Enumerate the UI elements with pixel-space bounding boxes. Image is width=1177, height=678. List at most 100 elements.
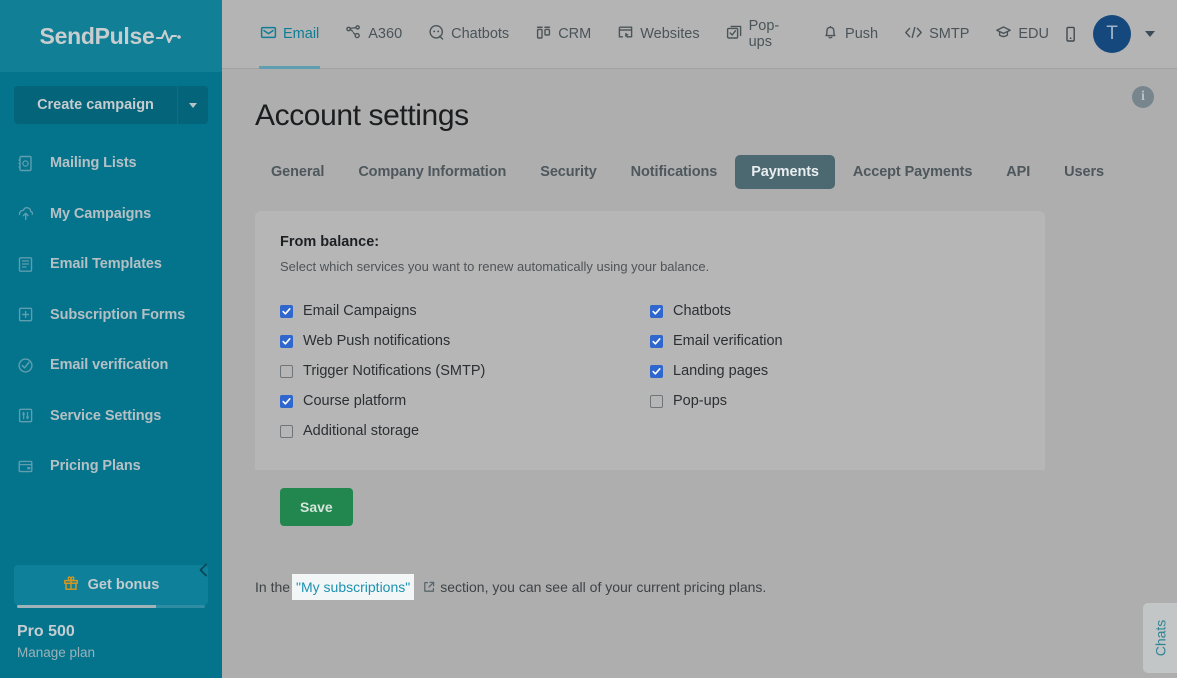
tab-general[interactable]: General <box>255 155 340 189</box>
sidebar-item-my-campaigns[interactable]: My Campaigns <box>0 189 222 240</box>
code-icon <box>904 24 923 45</box>
top-nav-label: Chatbots <box>451 26 510 42</box>
sidebar-collapse-button[interactable] <box>192 561 214 583</box>
checkbox-input[interactable] <box>280 334 293 348</box>
checkbox-input[interactable] <box>650 334 663 348</box>
checkbox-label: Landing pages <box>673 363 769 379</box>
gift-icon <box>63 575 79 596</box>
save-button[interactable]: Save <box>280 488 353 526</box>
sidebar-item-email-templates[interactable]: Email Templates <box>0 239 222 290</box>
checkbox-input[interactable] <box>650 394 663 408</box>
get-bonus-label: Get bonus <box>87 577 160 593</box>
sidebar-item-subscription-forms[interactable]: Subscription Forms <box>0 290 222 341</box>
checkbox-row-trigger-notifications-smtp[interactable]: Trigger Notifications (SMTP) <box>280 356 650 386</box>
top-nav-label: EDU <box>1018 26 1049 42</box>
checkbox-input[interactable] <box>650 304 663 318</box>
checkbox-input[interactable] <box>280 394 293 408</box>
sliders-icon <box>17 407 43 424</box>
checkbox-label: Web Push notifications <box>303 333 451 349</box>
graduation-cap-icon <box>995 24 1012 45</box>
tab-security[interactable]: Security <box>524 155 612 189</box>
tab-api[interactable]: API <box>990 155 1046 189</box>
sidebar: SendPulse Create campaign Mailing Lists … <box>0 0 222 678</box>
checkbox-input[interactable] <box>280 424 293 438</box>
sidebar-item-label: Email Templates <box>50 256 162 273</box>
get-bonus-button[interactable]: Get bonus <box>14 565 208 605</box>
top-right-group: T <box>1062 15 1155 53</box>
sidebar-nav: Mailing Lists My Campaigns Email Templat… <box>0 138 222 561</box>
info-circle-icon[interactable]: i <box>1132 86 1154 108</box>
website-icon <box>617 24 634 45</box>
tab-accept-payments[interactable]: Accept Payments <box>837 155 988 189</box>
chats-widget-tab[interactable]: Chats <box>1143 603 1177 673</box>
top-nav-item-websites[interactable]: Websites <box>604 0 712 69</box>
tab-users[interactable]: Users <box>1048 155 1120 189</box>
my-subscriptions-link[interactable]: "My subscriptions" <box>296 579 410 595</box>
chevron-down-icon[interactable] <box>178 102 208 108</box>
sidebar-item-mailing-lists[interactable]: Mailing Lists <box>0 138 222 189</box>
address-book-icon <box>17 155 43 172</box>
services-checkbox-grid: Email Campaigns Web Push notifications T… <box>280 296 1020 446</box>
logo-area[interactable]: SendPulse <box>0 0 222 72</box>
tab-payments[interactable]: Payments <box>735 155 835 189</box>
page-content: Account settings i General Company Infor… <box>222 69 1177 678</box>
sidebar-item-service-settings[interactable]: Service Settings <box>0 391 222 442</box>
mobile-phone-icon[interactable] <box>1062 25 1079 44</box>
chevron-left-icon <box>197 562 210 583</box>
top-nav-label: Push <box>845 26 879 42</box>
checkbox-row-pop-ups[interactable]: Pop-ups <box>650 386 1020 416</box>
create-campaign-button[interactable]: Create campaign <box>14 86 208 124</box>
checkbox-input[interactable] <box>650 364 663 378</box>
pulse-wave-icon <box>156 28 182 44</box>
card-body: From balance: Select which services you … <box>255 211 1045 470</box>
chevron-down-icon[interactable] <box>1145 31 1155 37</box>
sidebar-item-pricing-plans[interactable]: Pricing Plans <box>0 441 222 492</box>
top-nav-item-push[interactable]: Push <box>809 0 891 69</box>
tab-notifications[interactable]: Notifications <box>615 155 734 189</box>
avatar-initial: T <box>1106 23 1118 44</box>
checkbox-row-landing-pages[interactable]: Landing pages <box>650 356 1020 386</box>
top-nav-label: Pop-ups <box>748 18 780 50</box>
external-link-icon[interactable] <box>423 581 435 593</box>
checkbox-input[interactable] <box>280 304 293 318</box>
top-nav-item-chatbots[interactable]: Chatbots <box>415 0 522 69</box>
checkbox-row-course-platform[interactable]: Course platform <box>280 386 650 416</box>
card-subtitle: Select which services you want to renew … <box>280 259 710 274</box>
chat-bot-icon <box>428 24 445 45</box>
avatar[interactable]: T <box>1093 15 1131 53</box>
top-nav-label: Email <box>283 26 320 42</box>
checkbox-label: Chatbots <box>673 303 732 319</box>
footnote: In the "My subscriptions" section, you c… <box>255 574 1177 600</box>
checkbox-row-email-campaigns[interactable]: Email Campaigns <box>280 296 650 326</box>
tab-company-information[interactable]: Company Information <box>342 155 522 189</box>
card-footer: Save <box>255 470 1045 548</box>
checkbox-row-chatbots[interactable]: Chatbots <box>650 296 1020 326</box>
checkbox-input[interactable] <box>280 364 293 378</box>
settings-tabs: General Company Information Security Not… <box>222 155 1177 189</box>
sidebar-item-email-verification[interactable]: Email verification <box>0 340 222 391</box>
manage-plan-link[interactable]: Manage plan <box>17 645 205 660</box>
checkbox-label: Pop-ups <box>673 393 728 409</box>
top-nav-item-edu[interactable]: EDU <box>982 0 1062 69</box>
top-nav-item-email[interactable]: Email <box>247 0 332 69</box>
create-campaign-wrap: Create campaign <box>0 72 222 124</box>
sidebar-item-label: Email verification <box>50 357 169 374</box>
checkbox-row-additional-storage[interactable]: Additional storage <box>280 416 650 446</box>
top-nav-item-a360[interactable]: A360 <box>332 0 415 69</box>
my-subscriptions-link-box[interactable]: "My subscriptions" <box>292 574 415 600</box>
popup-icon <box>726 24 743 45</box>
checkbox-row-web-push-notifications[interactable]: Web Push notifications <box>280 326 650 356</box>
top-nav-label: Websites <box>640 26 700 42</box>
top-navigation-bar: Email A360 Chatbots CRM Websites Pop-ups… <box>222 0 1177 69</box>
checkbox-row-email-verification[interactable]: Email verification <box>650 326 1020 356</box>
top-nav-item-smtp[interactable]: SMTP <box>891 0 982 69</box>
template-icon <box>17 256 43 273</box>
from-balance-card: From balance: Select which services you … <box>255 211 1045 548</box>
top-nav-item-popups[interactable]: Pop-ups <box>713 0 809 69</box>
top-nav-label: SMTP <box>929 26 970 42</box>
checkbox-label: Email verification <box>673 333 783 349</box>
checkbox-label: Email Campaigns <box>303 303 417 319</box>
automation-icon <box>345 24 362 45</box>
top-nav-item-crm[interactable]: CRM <box>522 0 604 69</box>
brand-logo-text: SendPulse <box>39 22 155 49</box>
